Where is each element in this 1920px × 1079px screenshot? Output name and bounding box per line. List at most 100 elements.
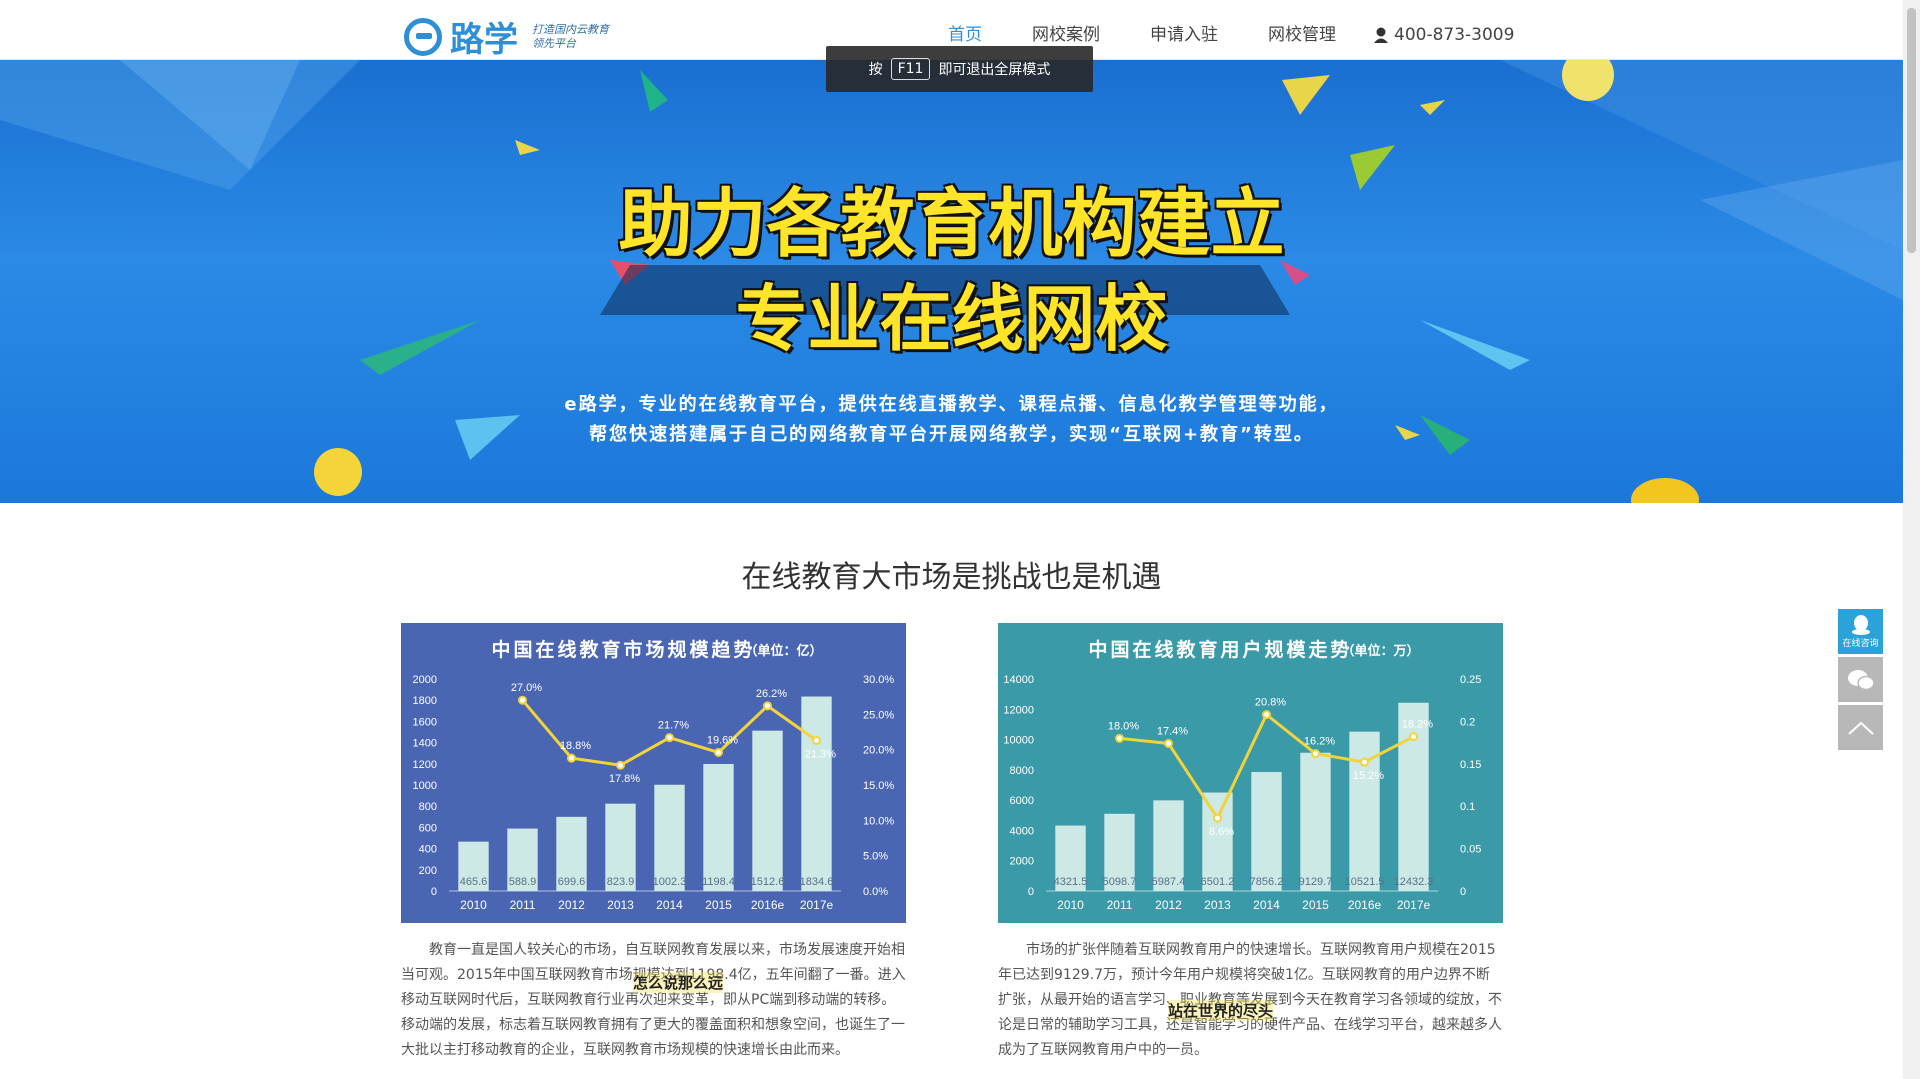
y2-tick-label: 0.05: [1460, 844, 1481, 856]
nav-apply-join[interactable]: 申请入驻: [1150, 22, 1218, 48]
chart-title: 中国在线教育用户规模走势: [1088, 638, 1352, 661]
bar: [1398, 702, 1429, 891]
phone-icon: [1374, 27, 1388, 43]
danmaku-text: 站在世界的尽头: [1168, 1000, 1274, 1021]
logo-icon: [404, 17, 442, 56]
growth-rate-label: 26.2%: [756, 688, 787, 700]
bar-value-label: 1834.6: [800, 876, 834, 888]
logo-slogan: 打造国内云教育 领先平台: [532, 23, 609, 51]
y-tick-label: 14000: [1003, 674, 1034, 686]
y2-tick-label: 0.2: [1460, 716, 1475, 728]
x-tick-label: 2016e: [1348, 898, 1382, 912]
fullscreen-hint-suffix: 即可退出全屏模式: [938, 62, 1051, 78]
bar: [1300, 752, 1331, 891]
growth-rate-point: [616, 760, 625, 770]
y2-tick-label: 15.0%: [863, 780, 894, 792]
bar-value-label: 588.9: [509, 876, 537, 888]
y2-tick-label: 5.0%: [863, 851, 888, 863]
x-tick-label: 2015: [1302, 898, 1329, 912]
fullscreen-hint-key: F11: [890, 58, 931, 80]
chart-unit: （单位：万）: [1341, 643, 1419, 659]
y2-tick-label: 20.0%: [863, 745, 894, 757]
back-to-top-button[interactable]: [1838, 705, 1883, 750]
growth-rate-point: [714, 747, 723, 757]
bar: [752, 730, 783, 891]
growth-rate-point: [567, 753, 576, 763]
growth-rate-label: 8.6%: [1209, 826, 1234, 838]
wechat-icon: [1847, 669, 1875, 690]
x-tick-label: 2017e: [1397, 898, 1431, 912]
chevron-up-icon: [1847, 721, 1874, 735]
banner-description-line-1: e路学，专业的在线教育平台，提供在线直播教学、课程点播、信息化教学管理等功能，: [564, 394, 1339, 415]
bar-value-label: 4321.5: [1054, 876, 1088, 888]
x-tick-label: 2012: [1155, 898, 1182, 912]
section-title: 在线教育大市场是挑战也是机遇: [741, 560, 1162, 595]
x-tick-label: 2012: [558, 898, 585, 912]
fullscreen-hint: 按 F11 即可退出全屏模式: [826, 46, 1093, 92]
x-tick-label: 2010: [1057, 898, 1084, 912]
online-consult-button[interactable]: 在线咨询: [1838, 609, 1883, 654]
growth-rate-point: [1360, 757, 1369, 767]
phone-number: 400-873-3009: [1394, 25, 1515, 45]
growth-rate-point: [1213, 813, 1222, 823]
x-tick-label: 2015: [705, 898, 732, 912]
banner-title-line-2: 专业在线网校: [735, 277, 1168, 361]
bar-value-label: 6501.2: [1201, 876, 1235, 888]
y-tick-label: 1600: [413, 716, 437, 728]
x-tick-label: 2016e: [751, 898, 785, 912]
banner-title-line-1: 助力各教育机构建立: [618, 181, 1285, 267]
fullscreen-hint-prefix: 按: [868, 62, 883, 78]
growth-rate-label: 15.2%: [1353, 770, 1384, 782]
y2-tick-label: 0.0%: [863, 886, 888, 898]
online-consult-label: 在线咨询: [1842, 639, 1879, 649]
growth-rate-label: 20.8%: [1255, 697, 1286, 709]
bar-value-label: 7856.2: [1250, 876, 1284, 888]
growth-rate-point: [1409, 732, 1418, 742]
growth-rate-label: 17.8%: [609, 773, 640, 785]
bar-value-label: 1512.6: [751, 876, 785, 888]
y-tick-label: 1400: [413, 738, 437, 750]
page-scrollbar[interactable]: [1903, 0, 1920, 1079]
user-scale-chart: 中国在线教育用户规模走势 （单位：万） 0 2000 4000 6000 8000 10000…: [998, 623, 1503, 923]
growth-rate-label: 18.8%: [560, 740, 591, 752]
market-description: 教育一直是国人较关心的市场，自互联网教育发展以来，市场发展速度开始相当可观。20…: [401, 942, 906, 1058]
y2-tick-label: 0.25: [1460, 674, 1481, 686]
logo[interactable]: 路学 打造国内云教育 领先平台: [404, 12, 609, 61]
x-tick-label: 2017e: [800, 898, 834, 912]
y-tick-label: 400: [419, 844, 437, 856]
growth-rate-point: [665, 733, 674, 743]
y2-tick-label: 30.0%: [863, 674, 894, 686]
growth-rate-point: [1164, 738, 1173, 748]
wechat-button[interactable]: [1838, 657, 1883, 702]
x-tick-label: 2014: [656, 898, 683, 912]
bar-value-label: 9129.7: [1299, 876, 1333, 888]
user-scale-chart-svg: 中国在线教育用户规模走势（单位：万） 0 2000 4000 6000 8000 10000…: [1003, 638, 1481, 912]
y-tick-label: 10000: [1003, 735, 1034, 747]
x-tick-label: 2013: [607, 898, 634, 912]
bar-value-label: 5987.4: [1152, 876, 1186, 888]
x-tick-label: 2011: [510, 898, 536, 912]
nav-school-management[interactable]: 网校管理: [1268, 22, 1336, 48]
hero-banner: 助力各教育机构建立 专业在线网校 e路学，专业的在线教育平台，提供在线直播教学、…: [0, 60, 1903, 503]
logo-text: 路学: [450, 20, 518, 60]
nav-school-cases[interactable]: 网校案例: [1032, 22, 1100, 48]
y-tick-label: 4000: [1010, 825, 1034, 837]
growth-rate-label: 16.2%: [1304, 736, 1335, 748]
nav-home[interactable]: 首页: [948, 22, 982, 48]
main-nav: 首页 网校案例 申请入驻 网校管理: [948, 22, 1386, 48]
bar-value-label: 465.6: [460, 876, 488, 888]
y-tick-label: 2000: [1010, 856, 1034, 868]
bar: [703, 763, 734, 891]
growth-rate-point: [518, 695, 527, 705]
x-tick-label: 2010: [460, 898, 487, 912]
market-size-chart-svg: 中国在线教育市场规模趋势（单位：亿） 0 200 400 600 800 1000 1200 1…: [413, 638, 895, 912]
scrollbar-thumb[interactable]: [1907, 8, 1916, 253]
market-size-chart: 中国在线教育市场规模趋势 （单位：亿） 0 200 400 600 800 1000 1200 1…: [401, 623, 906, 923]
logo-slogan-line-2: 领先平台: [532, 36, 576, 50]
bar-value-label: 699.6: [558, 876, 586, 888]
coin-icon: [1631, 478, 1699, 503]
y-tick-label: 8000: [1010, 765, 1034, 777]
x-tick-label: 2011: [1107, 898, 1133, 912]
qq-icon: [1851, 615, 1870, 635]
hotline: 400-873-3009: [1372, 22, 1514, 48]
